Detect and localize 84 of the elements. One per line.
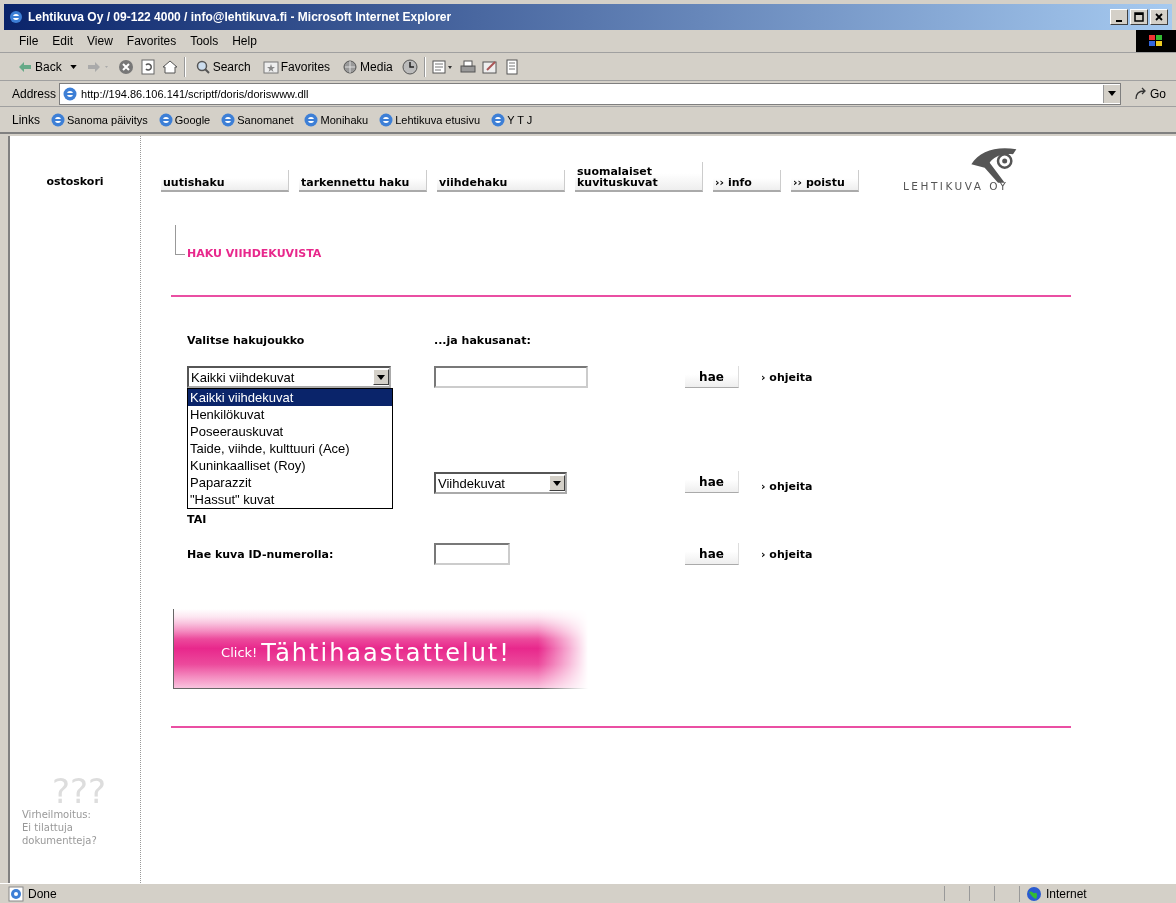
help-link[interactable]: › ohjeita — [761, 547, 813, 561]
field-label: Valitse hakujoukko — [187, 333, 305, 347]
menu-item[interactable]: File — [12, 32, 46, 50]
dropdown-option[interactable]: Poseerauskuvat — [188, 423, 392, 440]
links-label: Links — [12, 112, 40, 127]
id-number-field[interactable] — [434, 543, 510, 565]
shopping-cart-link[interactable]: ostoskori — [46, 175, 104, 188]
or-label: TAI — [187, 512, 207, 526]
help-link[interactable]: › ohjeita — [761, 370, 813, 384]
go-button[interactable]: Go — [1124, 86, 1176, 101]
maximize-icon — [1134, 12, 1144, 22]
menu-item[interactable]: Favorites — [119, 32, 184, 50]
field-label: Hae kuva ID-numerolla: — [187, 547, 334, 561]
mail-icon[interactable] — [431, 58, 454, 75]
security-zone: Internet — [1019, 885, 1176, 902]
browser-logo-icon — [8, 9, 24, 25]
globe-icon — [342, 58, 359, 75]
page-icon — [490, 111, 507, 128]
close-button[interactable] — [1150, 9, 1168, 25]
company-logo-text: LEHTIKUVA OY — [903, 180, 1009, 192]
question-marks: ??? — [52, 774, 107, 808]
dropdown-option[interactable]: "Hassut" kuvat — [188, 491, 392, 508]
favorite-link[interactable]: Google — [157, 111, 211, 128]
page-heading: HAKU VIIHDEKUVISTA — [187, 247, 322, 260]
dropdown-option[interactable]: Kuninkaalliset (Roy) — [188, 457, 392, 474]
status-text: Done — [0, 885, 944, 902]
favorites-button[interactable]: Favorites — [259, 56, 334, 77]
search-words-field[interactable] — [434, 366, 588, 388]
document-icon[interactable] — [503, 58, 520, 75]
bracket-line — [175, 225, 185, 255]
printer-icon[interactable] — [459, 58, 476, 75]
maximize-button[interactable] — [1130, 9, 1148, 25]
back-button[interactable]: Back — [14, 56, 80, 77]
history-icon[interactable] — [401, 58, 418, 75]
search-button[interactable]: Search — [191, 56, 254, 77]
minimize-button[interactable] — [1110, 9, 1128, 25]
nav-tab[interactable]: suomalaiset kuvituskuvat — [575, 162, 703, 192]
address-label: Address — [12, 86, 57, 101]
page-icon — [220, 111, 237, 128]
menu-item[interactable]: View — [80, 32, 120, 50]
page-icon — [378, 111, 395, 128]
nav-tab[interactable]: tarkennettu haku — [299, 170, 427, 192]
page-icon — [50, 111, 66, 128]
curved-arrow-icon — [1134, 86, 1148, 101]
page-icon — [157, 111, 174, 128]
menu-item[interactable]: Tools — [183, 32, 226, 50]
address-field[interactable]: http://194.86.106.141/scriptf/doris/doriswww.dll — [59, 82, 1121, 105]
search-button[interactable]: hae — [685, 543, 739, 565]
refresh-icon[interactable] — [139, 58, 156, 75]
globe-icon — [1026, 885, 1042, 902]
media-button[interactable]: Media — [339, 56, 396, 77]
stop-icon[interactable] — [117, 58, 134, 75]
field-label: ...ja hakusanat: — [434, 333, 531, 347]
dropdown-option[interactable]: Paparazzit — [188, 474, 392, 491]
page-icon — [62, 85, 79, 102]
nav-tab[interactable]: ›› info — [713, 170, 781, 192]
search-button[interactable]: hae — [685, 471, 739, 493]
home-icon[interactable] — [161, 58, 178, 75]
windows-logo-icon — [1136, 30, 1176, 52]
page-icon — [8, 885, 24, 902]
search-button[interactable]: hae — [685, 366, 739, 388]
favorite-link[interactable]: Sanoma päivitys — [50, 111, 148, 128]
minimize-icon — [1116, 19, 1122, 22]
page-icon — [303, 111, 320, 128]
search-icon — [194, 58, 211, 75]
caret-icon — [69, 64, 77, 69]
edit-icon[interactable] — [481, 58, 498, 75]
menu-item[interactable]: Help — [225, 32, 264, 50]
dropdown[interactable]: Viihdekuvat — [434, 472, 567, 494]
favorite-link[interactable]: Y T J — [490, 111, 533, 128]
dropdown-option[interactable]: Taide, viihde, kulttuuri (Ace) — [188, 440, 392, 457]
dropdown-option[interactable]: Henkilökuvat — [188, 406, 392, 423]
menu-item[interactable]: Edit — [45, 32, 81, 50]
nav-tab[interactable]: viihdehaku — [437, 170, 565, 192]
dropdown-option[interactable]: Kaikki viihdekuvat — [188, 389, 392, 406]
window-title: Lehtikuva Oy / 09-122 4000 / info@lehtikuva.fi - Microsoft Internet Explorer — [28, 10, 452, 24]
favorite-link[interactable]: Lehtikuva etusivu — [378, 111, 481, 128]
nav-tab[interactable]: ›› poistu — [791, 170, 859, 192]
favorite-link[interactable]: Sanomanet — [220, 111, 294, 128]
favorites-icon — [262, 58, 279, 75]
favorite-link[interactable]: Monihaku — [303, 111, 369, 128]
help-link[interactable]: › ohjeita — [761, 480, 813, 493]
nav-tab[interactable]: uutishaku — [161, 170, 289, 192]
close-icon — [1154, 12, 1164, 22]
